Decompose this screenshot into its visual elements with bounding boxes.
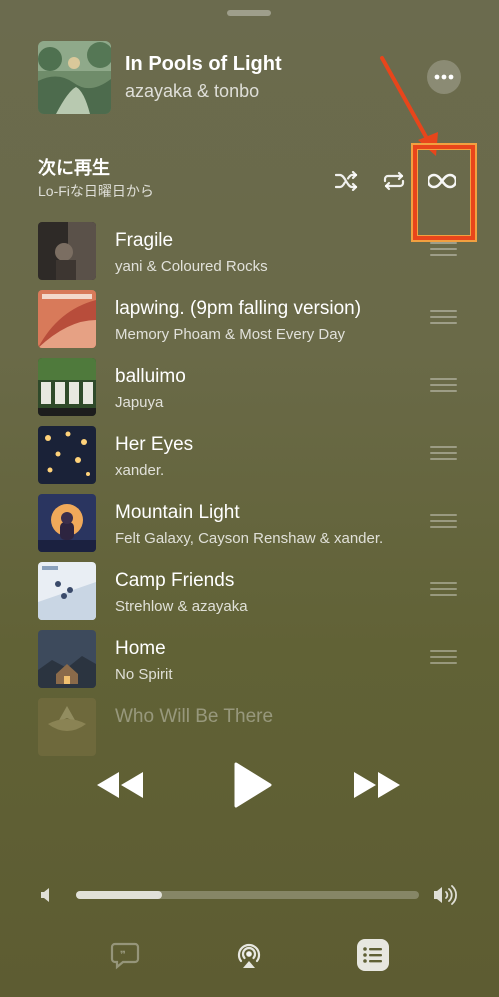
volume-high-icon	[434, 885, 457, 905]
volume-level	[76, 891, 162, 899]
lyrics-icon: ❞	[110, 942, 140, 970]
forward-button[interactable]	[352, 762, 402, 808]
reorder-handle[interactable]	[430, 650, 457, 664]
volume-slider[interactable]	[76, 891, 419, 899]
play-button[interactable]	[226, 762, 276, 808]
repeat-icon	[383, 171, 405, 191]
track-title: Her Eyes	[115, 434, 194, 455]
reorder-handle[interactable]	[430, 378, 457, 392]
airplay-button[interactable]	[231, 937, 267, 973]
queue-row[interactable]: Who Will Be There	[0, 694, 499, 756]
track-artwork	[38, 698, 96, 756]
lyrics-button[interactable]: ❞	[107, 937, 143, 973]
queue-row[interactable]: Camp Friends Strehlow & azayaka	[0, 558, 499, 620]
queue-row[interactable]: Mountain Light Felt Galaxy, Cayson Rensh…	[0, 490, 499, 552]
now-playing-artwork	[38, 41, 111, 114]
track-title: Mountain Light	[115, 502, 240, 523]
track-artist: yani & Coloured Rocks	[115, 258, 268, 275]
sheet-grabber[interactable]	[227, 10, 271, 16]
queue-row[interactable]: lapwing. (9pm falling version) Memory Ph…	[0, 286, 499, 348]
track-artwork	[38, 358, 96, 416]
rewind-button[interactable]	[95, 762, 145, 808]
svg-text:❞: ❞	[120, 950, 126, 961]
now-playing-title: In Pools of Light	[125, 53, 282, 75]
reorder-handle[interactable]	[430, 446, 457, 460]
shuffle-icon	[335, 171, 358, 191]
volume-low-icon	[41, 888, 49, 902]
track-title: Home	[115, 638, 166, 659]
track-artist: xander.	[115, 462, 165, 479]
track-artist: No Spirit	[115, 666, 173, 683]
track-title: balluimo	[115, 366, 186, 387]
backward-icon	[97, 772, 143, 798]
track-artwork	[38, 494, 96, 552]
track-artist: Japuya	[115, 394, 164, 411]
up-next-title: 次に再生	[38, 158, 110, 178]
track-artist: Memory Phoam & Most Every Day	[115, 326, 346, 343]
reorder-handle[interactable]	[430, 242, 457, 256]
reorder-handle[interactable]	[430, 582, 457, 596]
reorder-handle[interactable]	[430, 310, 457, 324]
play-icon	[234, 762, 272, 808]
queue-button[interactable]	[355, 937, 391, 973]
repeat-button[interactable]	[379, 166, 409, 196]
queue-row[interactable]: Her Eyes xander.	[0, 422, 499, 484]
airplay-icon	[237, 943, 261, 968]
queue-row[interactable]: balluimo Japuya	[0, 354, 499, 416]
track-title: Who Will Be There	[115, 706, 274, 727]
track-title: Fragile	[115, 230, 174, 251]
track-artwork	[38, 290, 96, 348]
reorder-handle[interactable]	[430, 514, 457, 528]
track-artist: Strehlow & azayaka	[115, 598, 248, 615]
track-title: lapwing. (9pm falling version)	[115, 298, 362, 319]
track-artwork	[38, 426, 96, 484]
up-next-source[interactable]: Lo-Fiな日曜日から	[38, 181, 154, 201]
track-artwork	[38, 222, 96, 280]
track-title: Camp Friends	[115, 570, 235, 591]
queue-list-icon	[357, 939, 389, 971]
forward-icon	[354, 772, 400, 798]
track-artwork	[38, 630, 96, 688]
now-playing-artist[interactable]: azayaka & tonbo	[125, 81, 259, 102]
queue-row[interactable]: Fragile yani & Coloured Rocks	[0, 218, 499, 280]
queue-row[interactable]: Home No Spirit	[0, 626, 499, 688]
track-artist: Felt Galaxy, Cayson Renshaw & xander.	[115, 530, 384, 547]
shuffle-button[interactable]	[332, 166, 362, 196]
track-artwork	[38, 562, 96, 620]
